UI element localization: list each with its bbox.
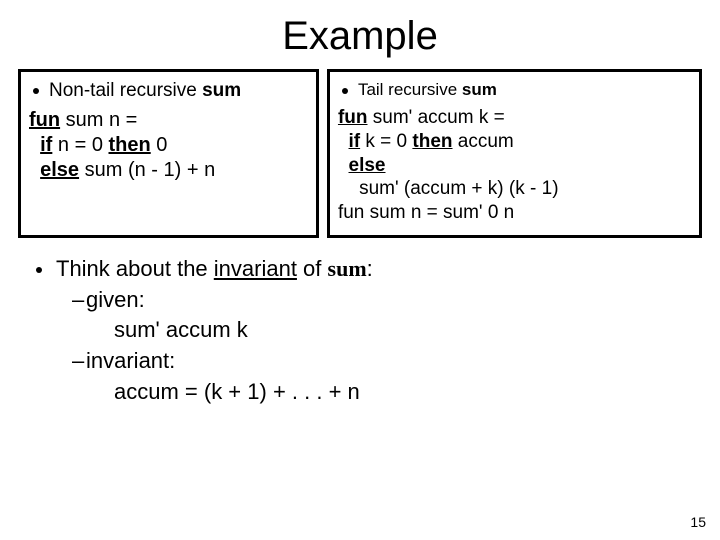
lower-text: Think about the invariant of sum: –given… (24, 254, 702, 408)
slide-title: Example (18, 14, 702, 59)
right-box-header: Tail recursive sum (338, 80, 691, 100)
right-code: fun sum' accum k = if k = 0 then accum e… (338, 106, 691, 225)
left-header-bold: sum (202, 80, 241, 101)
left-code: fun sum n = if n = 0 then 0 else sum (n … (29, 108, 308, 183)
bullet-icon (33, 88, 39, 94)
dash-icon: – (72, 285, 86, 316)
bullet-icon (36, 267, 42, 273)
right-header-text: Tail recursive (358, 80, 462, 99)
lower-line-1: Think about the invariant of sum: (24, 254, 702, 285)
right-box: Tail recursive sum fun sum' accum k = if… (327, 69, 702, 238)
lower-invariant-code: accum = (k + 1) + . . . + n (114, 377, 702, 408)
lower-given-row: –given: (72, 285, 702, 316)
page-number: 15 (690, 514, 706, 530)
bullet-icon (342, 88, 348, 94)
left-box-header: Non-tail recursive sum (29, 80, 308, 102)
left-box: Non-tail recursive sum fun sum n = if n … (18, 69, 319, 238)
lower-given-code: sum' accum k (114, 315, 702, 346)
code-boxes-row: Non-tail recursive sum fun sum n = if n … (18, 69, 702, 238)
dash-icon: – (72, 346, 86, 377)
right-header-bold: sum (462, 80, 497, 99)
lower-invariant-row: –invariant: (72, 346, 702, 377)
slide: Example Non-tail recursive sum fun sum n… (0, 0, 720, 540)
left-header-text: Non-tail recursive (49, 80, 202, 101)
